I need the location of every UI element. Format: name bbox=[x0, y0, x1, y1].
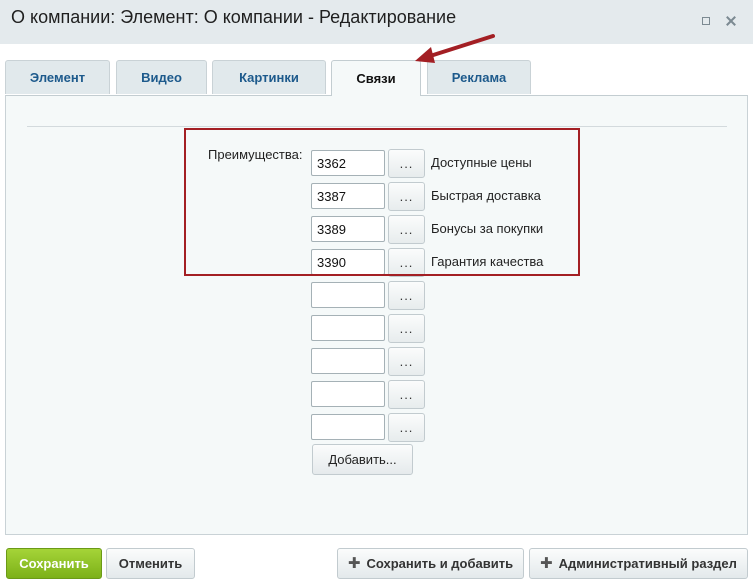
plus-icon: ✚ bbox=[540, 555, 553, 572]
window-title: О компании: Элемент: О компании - Редакт… bbox=[11, 7, 457, 27]
admin-section-button[interactable]: ✚ Административный раздел bbox=[529, 548, 748, 579]
cancel-button[interactable]: Отменить bbox=[106, 548, 195, 579]
element-id-input[interactable] bbox=[311, 348, 385, 374]
advantages-field-label: Преимущества: bbox=[208, 147, 303, 162]
browse-button[interactable]: ... bbox=[388, 248, 425, 277]
browse-button[interactable]: ... bbox=[388, 314, 425, 343]
section-divider bbox=[27, 126, 727, 127]
window-titlebar: О компании: Элемент: О компании - Редакт… bbox=[0, 0, 753, 45]
link-row: ... bbox=[311, 281, 611, 310]
tab-links[interactable]: Связи bbox=[331, 60, 421, 96]
linked-element-name: Гарантия качества bbox=[431, 254, 544, 269]
link-row: ... Гарантия качества bbox=[311, 248, 611, 277]
browse-button[interactable]: ... bbox=[388, 281, 425, 310]
element-id-input[interactable] bbox=[311, 315, 385, 341]
maximize-button[interactable] bbox=[697, 12, 715, 30]
dialog-footer: Сохранить Отменить ✚ Сохранить и добавит… bbox=[0, 535, 753, 584]
element-id-input[interactable] bbox=[311, 414, 385, 440]
link-row: ... bbox=[311, 380, 611, 409]
element-id-input[interactable] bbox=[311, 249, 385, 275]
close-button[interactable] bbox=[722, 12, 740, 30]
add-more-button[interactable]: Добавить... bbox=[312, 444, 413, 475]
link-row: ... Доступные цены bbox=[311, 149, 611, 178]
link-row: ... Бонусы за покупки bbox=[311, 215, 611, 244]
linked-element-name: Доступные цены bbox=[431, 155, 532, 170]
tab-ads[interactable]: Реклама bbox=[427, 60, 531, 94]
tab-images[interactable]: Картинки bbox=[212, 60, 326, 94]
browse-button[interactable]: ... bbox=[388, 182, 425, 211]
browse-button[interactable]: ... bbox=[388, 347, 425, 376]
link-row: ... Быстрая доставка bbox=[311, 182, 611, 211]
linked-element-name: Бонусы за покупки bbox=[431, 221, 544, 236]
linked-element-name: Быстрая доставка bbox=[431, 188, 541, 203]
admin-section-label: Административный раздел bbox=[558, 556, 737, 571]
tab-strip: Элемент Видео Картинки Связи Реклама bbox=[0, 44, 753, 96]
plus-icon: ✚ bbox=[347, 555, 361, 572]
link-row: ... bbox=[311, 314, 611, 343]
save-and-add-button[interactable]: ✚ Сохранить и добавить bbox=[337, 548, 524, 579]
save-button[interactable]: Сохранить bbox=[6, 548, 102, 579]
browse-button[interactable]: ... bbox=[388, 215, 425, 244]
browse-button[interactable]: ... bbox=[388, 380, 425, 409]
element-id-input[interactable] bbox=[311, 381, 385, 407]
maximize-icon bbox=[702, 17, 710, 25]
element-id-input[interactable] bbox=[311, 183, 385, 209]
link-row: ... bbox=[311, 347, 611, 376]
close-icon bbox=[726, 16, 736, 26]
tab-element[interactable]: Элемент bbox=[5, 60, 110, 94]
link-row: ... bbox=[311, 413, 611, 442]
browse-button[interactable]: ... bbox=[388, 413, 425, 442]
browse-button[interactable]: ... bbox=[388, 149, 425, 178]
save-and-add-label: Сохранить и добавить bbox=[366, 556, 514, 571]
element-id-input[interactable] bbox=[311, 282, 385, 308]
element-id-input[interactable] bbox=[311, 150, 385, 176]
element-id-input[interactable] bbox=[311, 216, 385, 242]
tab-video[interactable]: Видео bbox=[116, 60, 207, 94]
